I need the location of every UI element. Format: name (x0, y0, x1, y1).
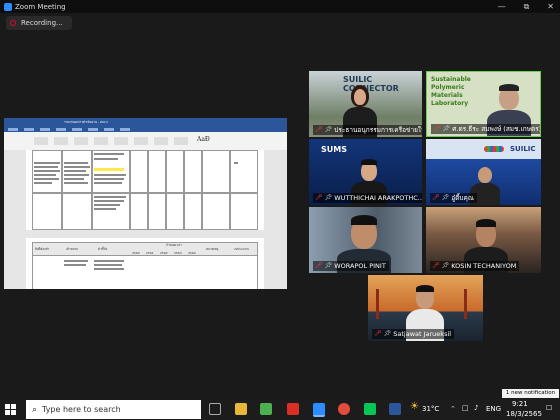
window-controls: — ⧉ ✕ (498, 0, 554, 13)
pin-icon: 📌︎ (324, 126, 333, 133)
notifications-icon[interactable]: ☐ (546, 404, 552, 412)
window-titlebar: Zoom Meeting — ⧉ ✕ (0, 0, 560, 13)
table-header-cell: สิ่งที่ต้องทำ (35, 247, 50, 251)
tile-background-logo: SUILIC (510, 145, 536, 153)
table-header-cell: กำหนดเวลา (166, 243, 182, 247)
video-tile[interactable]: SUILIC CONNECTOR 🎤︎ 📌︎ ประธานอนุกรรมการเคร… (309, 71, 422, 137)
taskbar-search-input[interactable]: ⌕ Type here to search (26, 400, 201, 419)
tile-background-logo: Sustainable Polymeric Materials Laborato… (431, 76, 471, 107)
temperature-label[interactable]: 31°C (422, 405, 439, 413)
year-cell: 2563 (174, 251, 182, 255)
year-cell: 2562 (160, 251, 168, 255)
participant-name-label: 🎤︎ 📌︎ KOSIN TECHANIYOM (430, 261, 520, 271)
windows-start-icon[interactable] (5, 404, 16, 415)
shared-screen[interactable]: รายงานผลการดำเนินงาน - Word AaÐ สิ่งที่ต… (4, 118, 287, 289)
volume-icon[interactable]: ♪ (474, 404, 478, 412)
participant-name-label: 🎤︎📌︎ศ.ดร.ธีระ สมพงษ์ (สมช.เกษตร) สำนัก (431, 124, 540, 134)
windows-taskbar: ⌕ Type here to search ☀ 31°C ⌃ □ ♪ ENG 9… (0, 399, 560, 420)
chrome-icon[interactable] (338, 403, 350, 415)
table-header-cell: หมายเหตุ (206, 247, 219, 251)
year-cell: 2561 (146, 251, 154, 255)
clock-date[interactable]: 18/3/2565 (506, 410, 542, 418)
word-ribbon: AaÐ (4, 132, 287, 151)
file-explorer-icon[interactable] (235, 403, 247, 415)
muted-mic-icon: 🎤︎ (433, 125, 441, 132)
tile-background-logo: SUMS (321, 145, 347, 154)
minimize-button[interactable]: — (498, 0, 506, 13)
document-area: สิ่งที่ต้องทำ เป้าหมาย ตัวชี้วัด กำหนดเว… (4, 150, 287, 289)
recording-indicator[interactable]: Recording... (6, 16, 72, 30)
recording-icon (10, 20, 16, 26)
pin-icon: 📌︎ (383, 330, 392, 337)
close-button[interactable]: ✕ (547, 0, 554, 13)
restore-button[interactable]: ⧉ (524, 0, 530, 13)
video-tile[interactable]: 🎤︎ 📌︎ Satjawat Jarueksil (368, 275, 483, 341)
zoom-app-icon (4, 2, 12, 11)
search-icon: ⌕ (32, 404, 38, 415)
muted-mic-icon: 🎤︎ (432, 194, 440, 201)
document-page (26, 150, 264, 230)
word-icon[interactable] (389, 403, 401, 415)
year-cell: 2560 (132, 251, 140, 255)
document-page-2: สิ่งที่ต้องทำ เป้าหมาย ตัวชี้วัด กำหนดเว… (26, 238, 264, 289)
muted-mic-icon: 🎤︎ (315, 194, 323, 201)
video-tile[interactable]: SUMS 🎤︎ 📌︎ WUTTHICHAI ARAKPOTHC... (309, 139, 422, 205)
zoom-taskbar-icon[interactable] (313, 403, 325, 417)
language-label[interactable]: ENG (486, 405, 501, 413)
excel-icon[interactable] (260, 403, 272, 415)
network-icon[interactable]: □ (462, 404, 469, 412)
muted-mic-icon: 🎤︎ (315, 262, 323, 269)
video-tile[interactable]: 🎤︎ 📌︎ WORAPOL PINIT (309, 207, 422, 273)
weather-icon: ☀ (410, 401, 419, 412)
window-title: Zoom Meeting (15, 2, 66, 11)
muted-mic-icon: 🎤︎ (432, 262, 440, 269)
search-placeholder: Type here to search (42, 405, 121, 414)
pin-icon: 📌︎ (324, 194, 333, 201)
recording-label: Recording... (21, 19, 63, 27)
line-app-icon[interactable] (364, 403, 376, 415)
styles-label: AaÐ (197, 136, 210, 143)
clock-time[interactable]: 9:21 (512, 400, 528, 408)
tray-overflow-icon[interactable]: ⌃ (450, 405, 456, 413)
pin-icon: 📌︎ (442, 125, 451, 132)
participant-name-label: 🎤︎ 📌︎ WORAPOL PINIT (313, 261, 389, 271)
table-header-cell: เป้าหมาย (66, 247, 79, 251)
participant-name-label: 🎤︎ 📌︎ ประธานอนุกรรมการเครือข่ายให้... (313, 125, 422, 135)
participant-name-label: 🎤︎ 📌︎ WUTTHICHAI ARAKPOTHC... (313, 193, 422, 203)
participant-name-label: 🎤︎ 📌︎ อู๋ตี้บคุณ (430, 193, 477, 203)
video-tile[interactable]: 🎤︎ 📌︎ KOSIN TECHANIYOM (426, 207, 541, 273)
pin-icon: 📌︎ (441, 262, 450, 269)
muted-mic-icon: 🎤︎ (374, 330, 382, 337)
task-view-icon[interactable] (209, 403, 221, 415)
pdf-reader-icon[interactable] (287, 403, 299, 415)
table-header-cell: งบประมาณ (234, 247, 249, 251)
table-header-cell: ตัวชี้วัด (98, 247, 108, 251)
year-cell: 2564 (188, 251, 196, 255)
pin-icon: 📌︎ (441, 194, 450, 201)
video-tile-active-speaker[interactable]: Sustainable Polymeric Materials Laborato… (426, 71, 541, 137)
shared-doc-title: รายงานผลการดำเนินงาน - Word (4, 118, 287, 126)
notification-toast[interactable]: 1 new notification (502, 389, 559, 398)
pin-icon: 📌︎ (324, 262, 333, 269)
participant-name-label: 🎤︎ 📌︎ Satjawat Jarueksil (372, 329, 455, 339)
video-tile[interactable]: SUILIC 🎤︎ 📌︎ อู๋ตี้บคุณ (426, 139, 541, 205)
muted-mic-icon: 🎤︎ (315, 126, 323, 133)
